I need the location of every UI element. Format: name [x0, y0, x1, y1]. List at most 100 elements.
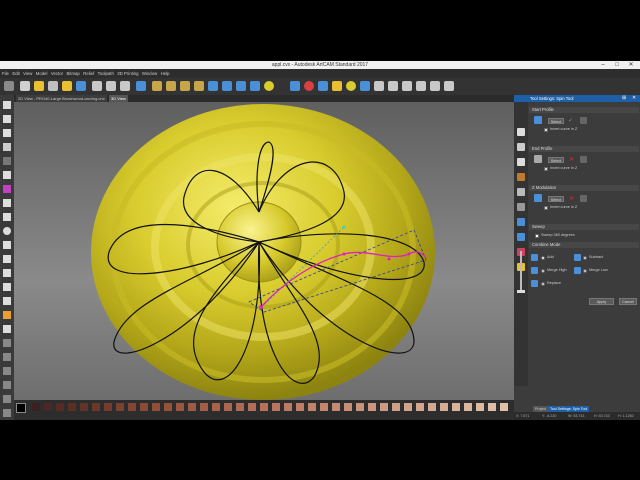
copy-icon[interactable]	[106, 81, 116, 91]
swatch-38[interactable]	[476, 403, 484, 411]
lock-icon[interactable]	[3, 157, 11, 165]
pen-icon[interactable]	[3, 171, 11, 179]
end-profile-header[interactable]: End Profile	[529, 146, 639, 152]
combine-slider-handle[interactable]	[517, 290, 525, 293]
z-reverse-icon[interactable]	[580, 195, 587, 202]
sweep-icon[interactable]	[332, 81, 342, 91]
pin-icon[interactable]: ⊞	[622, 95, 626, 102]
cut-icon[interactable]	[92, 81, 102, 91]
relief-tool-5-icon[interactable]	[208, 81, 218, 91]
swatch-31[interactable]	[392, 403, 400, 411]
start-profile-header[interactable]: Start Profile	[529, 107, 639, 113]
menu-relief[interactable]: Relief	[83, 69, 94, 78]
swatch-16[interactable]	[212, 403, 220, 411]
swatch-black[interactable]	[16, 403, 26, 413]
swatch-17[interactable]	[224, 403, 232, 411]
text-tool-icon[interactable]	[3, 269, 11, 277]
swatch-40[interactable]	[500, 403, 508, 411]
merge-low-radio[interactable]	[583, 269, 587, 273]
scale-icon[interactable]	[374, 81, 384, 91]
swatch-14[interactable]	[188, 403, 196, 411]
swatch-37[interactable]	[464, 403, 472, 411]
minimize-button[interactable]: –	[596, 61, 610, 69]
menu-window[interactable]: Window	[142, 69, 157, 78]
swatch-36[interactable]	[452, 403, 460, 411]
end-invert-checkbox[interactable]	[544, 167, 548, 171]
maximize-button[interactable]: □	[610, 61, 624, 69]
swatch-8[interactable]	[116, 403, 124, 411]
combine-slider-track[interactable]	[520, 251, 522, 293]
swatch-20[interactable]	[260, 403, 268, 411]
swatch-3[interactable]	[56, 403, 64, 411]
swatch-18[interactable]	[236, 403, 244, 411]
menu-help[interactable]: Help	[161, 69, 170, 78]
drop-icon[interactable]	[264, 81, 274, 91]
text-icon[interactable]	[388, 81, 398, 91]
sculpt-icon[interactable]	[402, 81, 412, 91]
erase-icon[interactable]	[430, 81, 440, 91]
swatch-26[interactable]	[332, 403, 340, 411]
toolpath-icon[interactable]	[517, 233, 525, 241]
panel-close-icon[interactable]: ✕	[632, 95, 636, 102]
shape-icon[interactable]	[290, 81, 300, 91]
menu-vector[interactable]: Vector	[51, 69, 63, 78]
swatch-15[interactable]	[200, 403, 208, 411]
swatch-27[interactable]	[344, 403, 352, 411]
dome-icon[interactable]	[346, 81, 356, 91]
menu-file[interactable]: File	[2, 69, 9, 78]
join-icon[interactable]	[3, 381, 11, 389]
relief-tool-8-icon[interactable]	[250, 81, 260, 91]
swatch-30[interactable]	[380, 403, 388, 411]
disk-icon[interactable]	[76, 81, 86, 91]
menu-model[interactable]: Model	[36, 69, 48, 78]
select-arrow-icon[interactable]	[3, 101, 11, 109]
trim-icon[interactable]	[3, 353, 11, 361]
swatch-12[interactable]	[164, 403, 172, 411]
reverse-icon[interactable]	[580, 117, 587, 124]
align-icon[interactable]	[3, 311, 11, 319]
offset-icon[interactable]	[3, 199, 11, 207]
swatch-24[interactable]	[308, 403, 316, 411]
swatch-5[interactable]	[80, 403, 88, 411]
transform-icon[interactable]	[3, 129, 11, 137]
cancel-button[interactable]: Cancel	[619, 298, 637, 305]
swatch-33[interactable]	[416, 403, 424, 411]
new-file-icon[interactable]	[48, 81, 58, 91]
start-profile-select-button[interactable]: Select	[548, 118, 564, 124]
add-radio[interactable]	[541, 256, 545, 260]
3d-viewport[interactable]	[14, 102, 514, 400]
material-icon[interactable]	[517, 173, 525, 181]
relief-layer-icon[interactable]	[517, 218, 525, 226]
swatch-35[interactable]	[440, 403, 448, 411]
swatch-11[interactable]	[152, 403, 160, 411]
swatch-25[interactable]	[320, 403, 328, 411]
node-edit-icon[interactable]	[3, 115, 11, 123]
relief-stack-icon[interactable]	[517, 158, 525, 166]
relief-view-icon[interactable]	[136, 81, 146, 91]
end-reverse-icon[interactable]	[580, 156, 587, 163]
combine-mode-header[interactable]: Combine Mode	[529, 242, 639, 248]
rectangle-icon[interactable]	[3, 213, 11, 221]
star-icon[interactable]	[3, 297, 11, 305]
swatch-21[interactable]	[272, 403, 280, 411]
swatch-28[interactable]	[356, 403, 364, 411]
swatch-2[interactable]	[44, 403, 52, 411]
polygon-icon[interactable]	[3, 241, 11, 249]
undo-icon[interactable]	[20, 81, 30, 91]
swatch-19[interactable]	[248, 403, 256, 411]
swatch-29[interactable]	[368, 403, 376, 411]
bitmap-layer-icon[interactable]	[517, 203, 525, 211]
break-icon[interactable]	[3, 395, 11, 403]
bezier-icon[interactable]	[3, 283, 11, 291]
group-icon[interactable]	[3, 325, 11, 333]
relief-tool-2-icon[interactable]	[166, 81, 176, 91]
swatch-10[interactable]	[140, 403, 148, 411]
vector-layer-icon[interactable]	[517, 188, 525, 196]
swatch-6[interactable]	[92, 403, 100, 411]
menu-toolpath[interactable]: Toolpath	[98, 69, 114, 78]
smooth-icon[interactable]	[416, 81, 426, 91]
apply-button[interactable]: Apply	[589, 298, 614, 305]
z-modulation-header[interactable]: Z Modulation	[529, 185, 639, 191]
save-icon[interactable]	[4, 81, 14, 91]
swatch-32[interactable]	[404, 403, 412, 411]
